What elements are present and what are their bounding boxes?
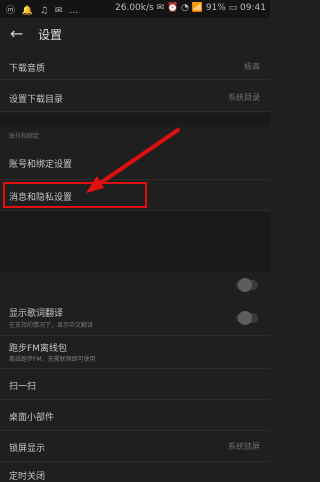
row-label: 锁屏显示 [9,444,46,454]
row-label: 定时关闭 [9,472,46,482]
section-gap [0,113,270,125]
row-widget[interactable]: 桌面小部件 [0,401,270,431]
row-value: 系统目录 [228,93,260,102]
row-sleep-timer[interactable]: 定时关闭 [0,463,270,482]
row-label: 显示歌词翻译 [9,309,64,319]
row-label: 跑步FM离线包 [9,344,67,354]
status-bar: ⓜ 🔔 ♫ ✉ … 26.00k/s ✉ ⏰ ◔ 📶 91% ▭ 09:41 [0,0,270,18]
app-bar: ← 设置 [0,18,270,50]
section-header: 账号和绑定 [9,133,40,140]
row-label: 桌面小部件 [9,413,55,423]
row-sublabel: 在支持的情况下，显示中文翻译 [9,322,94,329]
row-label: 设置下载目录 [9,95,64,105]
row-account-binding[interactable]: 账号和绑定设置 [0,146,270,180]
section-gap [0,212,270,272]
row-label: 账号和绑定设置 [9,160,73,170]
row-value: 系统锁屏 [228,442,260,451]
row-label: 扫一扫 [9,382,37,392]
back-arrow-icon[interactable]: ← [10,24,23,43]
status-right-info: 26.00k/s ✉ ⏰ ◔ 📶 91% ▭ 09:41 [115,3,266,13]
annotation-highlight-box [3,182,147,208]
lyrics-toggle-switch[interactable] [236,311,258,325]
row-download-quality[interactable]: 下载音质 极高 [0,52,270,80]
row-label: 下载音质 [9,64,46,74]
page-title: 设置 [38,28,63,42]
toggle-switch[interactable] [236,278,258,292]
status-left-icons: ⓜ 🔔 ♫ ✉ … [6,6,81,16]
row-lockscreen[interactable]: 锁屏显示 系统锁屏 [0,432,270,462]
row-lyrics-translation[interactable]: 显示歌词翻译 在支持的情况下，显示中文翻译 [0,300,270,336]
row-value: 极高 [244,62,260,71]
row-running-fm[interactable]: 跑步FM离线包 离线跑步FM，无需联网即可使用 [0,337,270,369]
row-sublabel: 离线跑步FM，无需联网即可使用 [9,356,96,363]
row-scan[interactable]: 扫一扫 [0,370,270,400]
row-download-dir[interactable]: 设置下载目录 系统目录 [0,82,270,112]
